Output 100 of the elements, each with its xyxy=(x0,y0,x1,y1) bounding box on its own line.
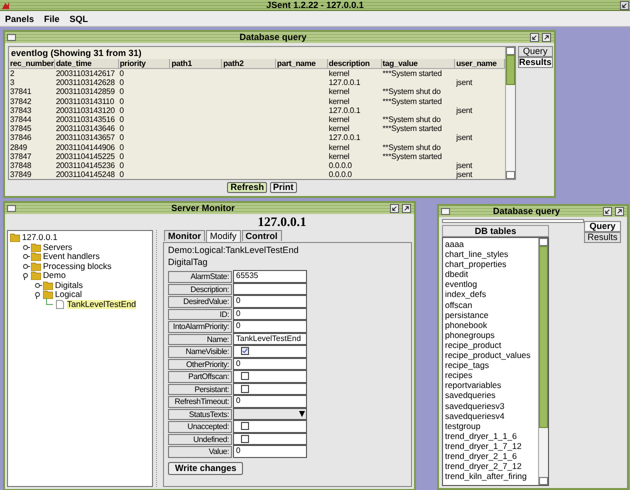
table-cell: 0 xyxy=(120,160,124,170)
table-list-item[interactable]: savedqueries xyxy=(445,390,496,400)
dropdown[interactable] xyxy=(233,408,307,420)
expand-handle[interactable] xyxy=(22,253,29,260)
tree-item[interactable]: Event handlers xyxy=(43,252,100,262)
table-list-item[interactable]: reportvariables xyxy=(445,380,502,390)
column-header[interactable]: tag_value xyxy=(382,59,456,68)
input-field[interactable]: 0 xyxy=(233,320,307,332)
input-field[interactable]: 65535 xyxy=(233,270,307,282)
table-list-item[interactable]: recipe_product xyxy=(445,340,502,350)
tree-item[interactable]: Logical xyxy=(55,290,82,300)
field-label: NameVisible: xyxy=(168,346,232,358)
table-list-item[interactable]: recipes xyxy=(445,370,472,380)
column-header: DB tables xyxy=(442,225,549,237)
side-tab[interactable]: Query xyxy=(584,221,621,232)
expand-handle[interactable] xyxy=(34,282,41,289)
restore-icon[interactable] xyxy=(620,0,629,10)
table-cell: 0 xyxy=(120,124,124,134)
side-tab[interactable]: Results xyxy=(518,57,553,68)
menu-item[interactable]: File xyxy=(39,14,65,24)
column-header[interactable]: date_time xyxy=(55,59,119,68)
minimize-icon[interactable] xyxy=(530,33,539,42)
minimize-icon[interactable] xyxy=(390,204,399,213)
table-list-item[interactable]: trend_dryer_2_7_12 xyxy=(445,461,522,472)
window-menu-icon[interactable] xyxy=(7,34,16,41)
input-field[interactable]: 0 xyxy=(233,395,307,408)
side-tab[interactable]: Query xyxy=(518,46,553,57)
table-list-item[interactable]: aaaa xyxy=(445,239,464,249)
menu-item[interactable]: SQL xyxy=(64,14,94,24)
tree-item[interactable]: TankLevelTestEnd xyxy=(67,300,136,309)
table-list-item[interactable]: trend_kiln_after_firing xyxy=(445,471,527,482)
input-field[interactable]: TankLevelTestEnd xyxy=(233,332,307,345)
menu-item[interactable]: Panels xyxy=(0,14,40,24)
maximize-icon[interactable] xyxy=(402,204,411,213)
table-list-item[interactable]: eventlog xyxy=(445,279,478,290)
column-header[interactable]: priority xyxy=(118,59,170,68)
maximize-icon[interactable] xyxy=(615,207,624,216)
scrollbar[interactable] xyxy=(505,47,515,179)
side-tab[interactable]: Results xyxy=(584,232,621,243)
input-field[interactable]: 0 xyxy=(233,295,307,308)
scrollbar[interactable] xyxy=(538,238,548,485)
expand-handle[interactable] xyxy=(22,272,29,280)
tab[interactable]: Modify xyxy=(206,230,241,242)
checkbox[interactable] xyxy=(241,422,249,430)
table-list-item[interactable]: recipe_tags xyxy=(445,360,489,370)
window-menu-icon[interactable] xyxy=(7,205,16,212)
table-list-item[interactable]: phonegroups xyxy=(445,330,495,340)
toolbar-button[interactable]: Print xyxy=(270,182,297,192)
table-list-item[interactable]: persistance xyxy=(445,310,488,320)
table-list-item[interactable]: chart_line_styles xyxy=(445,249,508,260)
tree-item[interactable]: 127.0.0.1 xyxy=(22,233,58,242)
table-title: eventlog (Showing 31 from 31) xyxy=(10,47,143,59)
table-list-item[interactable]: phonebook xyxy=(445,320,488,330)
column-header[interactable]: path2 xyxy=(222,59,276,68)
table-list-item[interactable]: trend_dryer_1_1_6 xyxy=(445,430,517,441)
table-list-item[interactable]: offscan xyxy=(445,300,472,310)
table-list-item[interactable]: recipe_product_values xyxy=(445,350,531,360)
input-field[interactable]: 0 xyxy=(233,445,307,458)
table-list-item[interactable]: testgroup xyxy=(445,420,480,431)
table-list-item[interactable]: trend_dryer_2_1_6 xyxy=(445,450,517,461)
checkbox[interactable] xyxy=(241,384,249,393)
tab[interactable]: Monitor xyxy=(164,230,205,241)
table-cell: 37848 xyxy=(10,160,32,170)
expand-handle[interactable] xyxy=(22,262,29,270)
tab[interactable]: Control xyxy=(242,230,282,241)
table-cell: 20031103143657 xyxy=(56,133,115,142)
server-heading: 127.0.0.1 xyxy=(258,214,306,229)
checkbox[interactable] xyxy=(241,434,249,443)
checkbox[interactable] xyxy=(241,372,249,380)
column-header[interactable]: path1 xyxy=(170,59,222,68)
table-list-item[interactable]: savedqueriesv3 xyxy=(445,400,505,410)
minimize-icon[interactable] xyxy=(603,207,612,216)
table-list-item[interactable]: trend_dryer_1_7_12 xyxy=(445,440,522,451)
field-label: Unaccepted: xyxy=(168,421,232,432)
input-field[interactable]: 0 xyxy=(233,308,307,320)
input-field[interactable]: 0 xyxy=(233,358,307,370)
maximize-icon[interactable] xyxy=(542,33,551,42)
table-cell: 20031104145236 xyxy=(56,160,115,170)
field-label: DesiredValue: xyxy=(168,296,232,308)
table-list-item[interactable]: savedqueriesv4 xyxy=(445,410,505,421)
column-header[interactable]: part_name xyxy=(276,59,328,68)
column-header[interactable]: rec_number xyxy=(9,59,55,68)
tree-item[interactable]: Servers xyxy=(43,242,72,252)
expand-handle[interactable] xyxy=(22,244,29,251)
table-cell: 0 xyxy=(120,87,124,96)
tree-item[interactable]: Demo xyxy=(43,271,66,280)
write-changes-button[interactable]: Write changes xyxy=(168,462,244,474)
table-list-item[interactable]: chart_properties xyxy=(445,259,506,270)
table-list-item[interactable]: index_defs xyxy=(445,289,486,300)
table-cell: 20031103143646 xyxy=(56,124,115,134)
window-menu-icon[interactable] xyxy=(441,208,450,215)
tree-item[interactable]: Processing blocks xyxy=(43,262,112,271)
table-list-item[interactable]: dbedit xyxy=(445,269,468,280)
table-cell: 37843 xyxy=(10,106,32,115)
expand-handle[interactable] xyxy=(34,291,41,298)
tree-item[interactable]: Digitals xyxy=(55,280,83,290)
column-header[interactable]: description xyxy=(328,59,382,68)
input-field[interactable] xyxy=(233,282,307,295)
checkbox[interactable] xyxy=(241,347,249,356)
toolbar-button[interactable]: Refresh xyxy=(227,182,267,192)
